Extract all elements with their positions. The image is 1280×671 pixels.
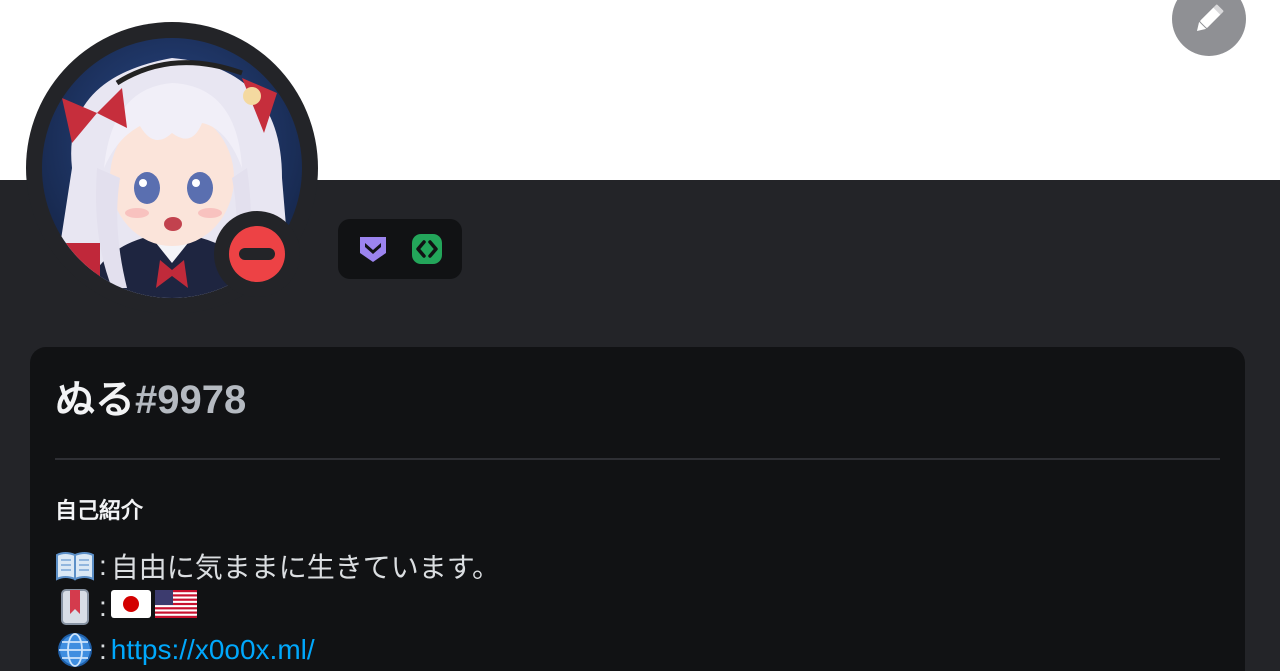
user-profile-popout: ぬる#9978 自己紹介 : 自由に気ままに生きています。 :: https:… xyxy=(0,0,1280,671)
japan-flag-icon xyxy=(110,589,151,625)
badge-list xyxy=(338,219,462,279)
user-name: ぬる#9978 xyxy=(55,372,246,428)
bio-line-2: : xyxy=(55,587,201,627)
bio-text: 自由に気ままに生きています。 xyxy=(110,552,500,583)
username: ぬる xyxy=(55,378,135,422)
bio-line-3: : https://x0o0x.ml/ xyxy=(55,630,315,670)
discriminator: #9978 xyxy=(135,378,247,422)
globe-icon xyxy=(55,630,95,670)
website-link[interactable]: https://x0o0x.ml/ xyxy=(111,634,315,666)
status-indicator xyxy=(214,211,300,297)
hypesquad-bravery-icon[interactable] xyxy=(355,231,391,267)
active-developer-icon[interactable] xyxy=(409,231,445,267)
pencil-icon xyxy=(1196,4,1224,32)
open-book-icon xyxy=(55,546,95,586)
bio-line-1: : 自由に気ままに生きています。 xyxy=(55,546,500,586)
about-me-title: 自己紹介 xyxy=(55,498,144,523)
usa-flag-icon xyxy=(154,589,197,625)
divider xyxy=(55,458,1220,460)
do-not-disturb-icon xyxy=(229,226,285,282)
bookmark-icon xyxy=(55,587,95,627)
